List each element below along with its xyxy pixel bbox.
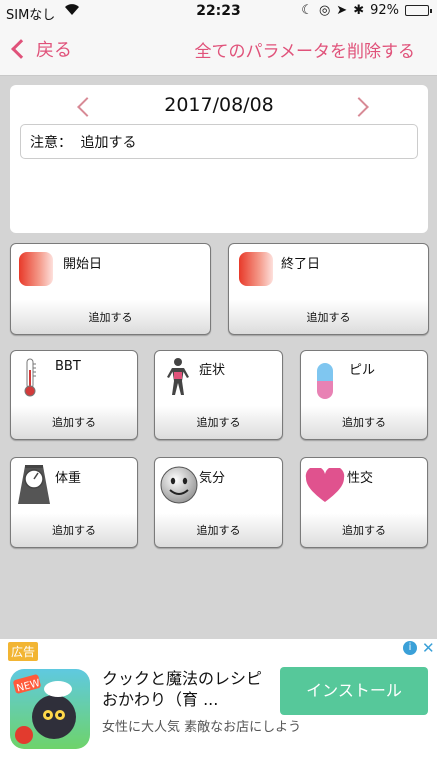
smiley-icon — [160, 466, 198, 508]
delete-all-parameters-button[interactable]: 全てのパラメータを削除する — [195, 37, 416, 62]
tile-title: 症状 — [199, 363, 226, 378]
status-bar: SIMなし 22:23 ☾ ◎ ➤ ✱ 92% — [0, 0, 437, 23]
thermometer-icon — [21, 358, 39, 402]
tile-title: 体重 — [55, 471, 82, 486]
status-indicators: ☾ ◎ ➤ ✱ 92% — [301, 3, 432, 18]
tile-add-label: 追加する — [196, 416, 241, 429]
close-icon[interactable]: ✕ — [422, 639, 435, 657]
period-start-swatch — [19, 252, 53, 286]
tile-intercourse[interactable]: 性交 追加する — [300, 457, 428, 548]
tile-title: 性交 — [347, 471, 374, 486]
tile-title: BBT — [55, 359, 81, 374]
tile-period-end[interactable]: 終了日 追加する — [228, 243, 429, 335]
tile-weight[interactable]: 体重 追加する — [10, 457, 138, 548]
tile-add-label: 追加する — [88, 311, 133, 324]
battery-icon — [405, 5, 432, 16]
tile-add-label: 追加する — [52, 416, 96, 429]
ad-info-icon[interactable]: i — [403, 641, 417, 655]
back-label: 戻る — [36, 40, 72, 61]
date-card: 2017/08/08 注意： 追加する — [10, 85, 428, 233]
note-placeholder: 追加する — [80, 135, 137, 151]
heart-icon — [305, 466, 345, 508]
tile-bbt[interactable]: BBT 追加する — [10, 350, 138, 440]
tile-title: 終了日 — [281, 257, 321, 272]
ad-label: 広告 — [8, 642, 39, 661]
scale-icon — [16, 464, 52, 510]
tile-title: 開始日 — [63, 257, 103, 272]
ad-title[interactable]: クックと魔法のレシピ おかわり（育 ... — [102, 668, 272, 710]
tile-add-label: 追加する — [52, 524, 96, 537]
ad-app-icon[interactable]: NEW — [10, 669, 90, 749]
battery-percent: 92% — [370, 3, 399, 18]
tile-add-label: 追加する — [342, 524, 386, 537]
moon-icon: ☾ — [301, 3, 313, 18]
tile-pill[interactable]: ピル 追加する — [300, 350, 428, 440]
chevron-left-icon — [11, 39, 31, 59]
rotation-lock-icon: ◎ — [318, 3, 331, 18]
tile-add-label: 追加する — [342, 416, 386, 429]
tile-period-start[interactable]: 開始日 追加する — [10, 243, 211, 335]
tile-title: ピル — [349, 363, 376, 378]
pill-icon — [316, 362, 334, 404]
tile-add-label: 追加する — [306, 311, 351, 324]
tile-add-label: 追加する — [196, 524, 241, 537]
back-button[interactable]: 戻る — [8, 36, 72, 62]
body-icon — [165, 357, 191, 401]
note-label: 注意： — [30, 135, 72, 151]
install-button[interactable]: インストール — [280, 667, 428, 715]
ad-description: 女性に大人気 素敵なお店にしよう — [102, 720, 302, 735]
tile-symptoms[interactable]: 症状 追加する — [154, 350, 283, 440]
navigation-bar: 戻る 全てのパラメータを削除する — [0, 22, 437, 76]
bluetooth-icon: ✱ — [353, 3, 365, 18]
period-end-swatch — [239, 252, 273, 286]
location-icon: ➤ — [336, 3, 348, 18]
ad-banner[interactable]: 広告 i ✕ NEW クックと魔法のレシピ おかわり（育 ... 女性に大人気 … — [0, 639, 437, 777]
tile-title: 気分 — [199, 471, 226, 486]
note-field[interactable]: 注意： 追加する — [20, 124, 418, 159]
tile-mood[interactable]: 気分 追加する — [154, 457, 283, 548]
